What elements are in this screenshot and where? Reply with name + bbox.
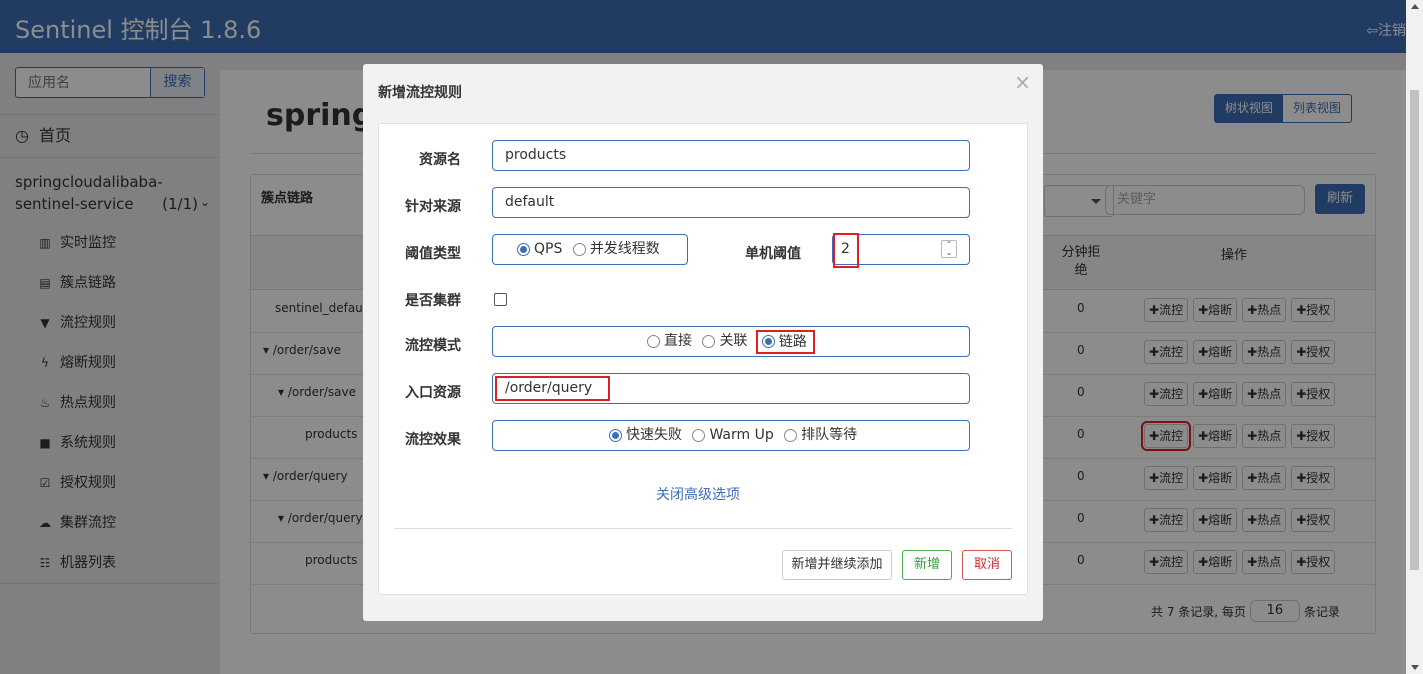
add-flow-rule-dialog: 新增流控规则 × 资源名 products 针对来源 default 阈值类型 …	[363, 64, 1043, 621]
radio-label: Warm Up	[709, 427, 774, 443]
cluster-label: 是否集群	[405, 293, 461, 309]
add-and-continue-button[interactable]: 新增并继续添加	[782, 550, 892, 580]
source-field[interactable]: default	[492, 187, 970, 218]
resource-field[interactable]: products	[492, 140, 970, 171]
radio-label: 链路	[778, 333, 807, 350]
entry-label: 入口资源	[405, 385, 461, 401]
radio-checked-icon	[761, 335, 775, 348]
radio-icon	[702, 335, 716, 348]
single-threshold-value: 2	[833, 233, 859, 268]
toggle-advanced-link[interactable]: 关闭高级选项	[656, 484, 740, 504]
radio-checked-icon	[609, 429, 622, 442]
cancel-button[interactable]: 取消	[962, 550, 1012, 580]
radio-checked-icon	[517, 243, 530, 256]
effect-label: 流控效果	[405, 432, 461, 448]
mode-group: 直接 关联 链路	[492, 326, 970, 357]
threshold-type-threads[interactable]: 并发线程数	[572, 235, 660, 264]
single-threshold-input[interactable]: 2 ⌃ ⌄	[832, 233, 970, 268]
effect-queue[interactable]: 排队等待	[784, 421, 857, 450]
radio-icon	[692, 429, 706, 442]
radio-label: 排队等待	[801, 427, 858, 443]
radio-label: QPS	[534, 241, 563, 257]
entry-resource-field[interactable]: /order/query	[492, 373, 970, 404]
mode-chain[interactable]: 链路	[755, 329, 815, 354]
add-button[interactable]: 新增	[902, 550, 952, 580]
mode-label: 流控模式	[405, 338, 461, 354]
source-label: 针对来源	[405, 199, 461, 215]
resource-label: 资源名	[419, 152, 461, 168]
radio-icon	[572, 243, 586, 256]
dialog-title: 新增流控规则	[378, 85, 462, 101]
scroll-down-icon[interactable]	[1411, 665, 1419, 670]
radio-icon	[647, 335, 660, 348]
entry-resource-value: /order/query	[494, 376, 611, 401]
mode-relate[interactable]: 关联	[702, 327, 747, 356]
threshold-type-qps[interactable]: QPS	[517, 235, 562, 264]
spinner-icon[interactable]: ⌃ ⌄	[941, 240, 957, 258]
radio-label: 直接	[664, 333, 692, 349]
close-icon[interactable]: ×	[1014, 70, 1031, 94]
mode-direct[interactable]: 直接	[647, 327, 692, 356]
threshold-type-group: QPS 并发线程数	[492, 234, 688, 265]
radio-label: 关联	[719, 333, 748, 349]
threshold-type-label: 阈值类型	[405, 246, 461, 262]
radio-label: 并发线程数	[589, 241, 660, 257]
dialog-form: 资源名 products 针对来源 default 阈值类型 QPS 并发线程数…	[378, 123, 1028, 595]
single-threshold-label: 单机阈值	[745, 246, 801, 262]
effect-warm-up[interactable]: Warm Up	[692, 421, 774, 450]
effect-group: 快速失败 Warm Up 排队等待	[492, 420, 970, 451]
effect-fast-fail[interactable]: 快速失败	[609, 421, 682, 450]
cluster-checkbox[interactable]	[494, 293, 507, 306]
radio-icon	[784, 429, 798, 442]
dialog-divider	[394, 528, 1012, 529]
scroll-up-icon[interactable]	[1411, 4, 1419, 9]
radio-label: 快速失败	[626, 427, 682, 443]
scrollbar-thumb[interactable]	[1410, 90, 1419, 570]
page-scrollbar[interactable]	[1406, 0, 1423, 674]
